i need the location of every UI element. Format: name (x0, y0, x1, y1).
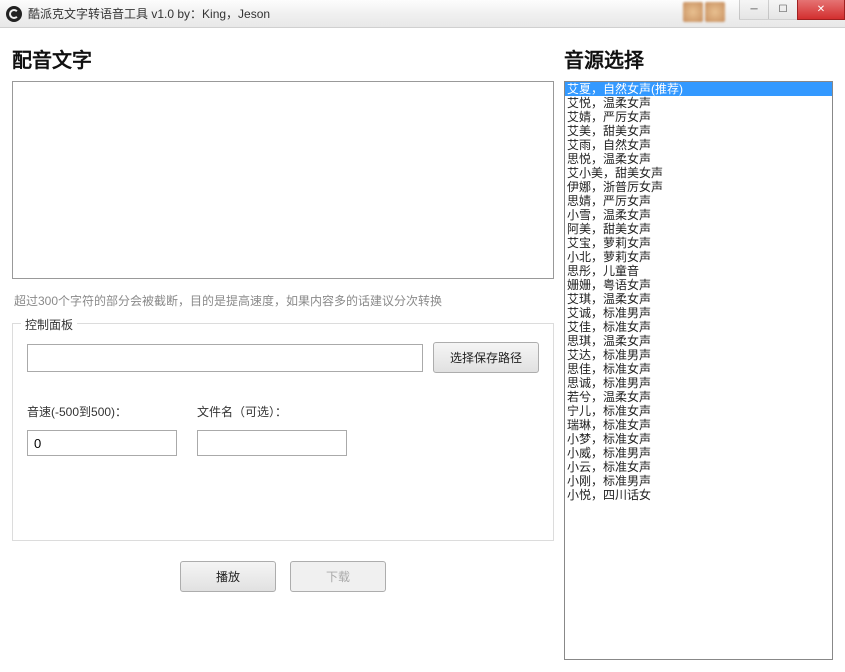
voice-item[interactable]: 艾雨，自然女声 (565, 138, 832, 152)
voice-item[interactable]: 艾达，标准男声 (565, 348, 832, 362)
control-panel: 控制面板 选择保存路径 音速(-500到500)： 文件名（可选）： (12, 323, 554, 541)
speed-input[interactable] (27, 430, 177, 456)
truncation-hint: 超过300个字符的部分会被截断，目的是提高速度，如果内容多的话建议分次转换 (14, 292, 554, 309)
window-controls: ─ ☐ ✕ (740, 0, 845, 20)
voice-item[interactable]: 艾琪，温柔女声 (565, 292, 832, 306)
choose-path-button[interactable]: 选择保存路径 (433, 342, 539, 373)
voice-item[interactable]: 小雪，温柔女声 (565, 208, 832, 222)
dub-text-heading: 配音文字 (12, 44, 554, 73)
voice-item[interactable]: 艾小美，甜美女声 (565, 166, 832, 180)
voice-item[interactable]: 小北，萝莉女声 (565, 250, 832, 264)
voice-item[interactable]: 瑞琳，标准女声 (565, 418, 832, 432)
voice-item[interactable]: 艾悦，温柔女声 (565, 96, 832, 110)
voice-item[interactable]: 艾佳，标准女声 (565, 320, 832, 334)
voice-item[interactable]: 艾夏，自然女声(推荐) (565, 82, 832, 96)
titlebar-decor (683, 2, 725, 22)
filename-label: 文件名（可选）： (197, 403, 347, 420)
download-button[interactable]: 下载 (290, 561, 386, 592)
voice-item[interactable]: 思琪，温柔女声 (565, 334, 832, 348)
app-icon (6, 6, 22, 22)
control-panel-legend: 控制面板 (21, 316, 77, 333)
play-button[interactable]: 播放 (180, 561, 276, 592)
voice-item[interactable]: 艾美，甜美女声 (565, 124, 832, 138)
voice-item[interactable]: 若兮，温柔女声 (565, 390, 832, 404)
voice-item[interactable]: 思佳，标准女声 (565, 362, 832, 376)
save-path-input[interactable] (27, 344, 423, 372)
voice-item[interactable]: 姗姗，粤语女声 (565, 278, 832, 292)
voice-item[interactable]: 思婧，严厉女声 (565, 194, 832, 208)
voice-source-listbox[interactable]: 艾夏，自然女声(推荐)艾悦，温柔女声艾婧，严厉女声艾美，甜美女声艾雨，自然女声思… (564, 81, 833, 660)
voice-item[interactable]: 小悦，四川话女 (565, 488, 832, 502)
dub-text-input[interactable] (12, 81, 554, 279)
voice-item[interactable]: 思诚，标准男声 (565, 376, 832, 390)
voice-item[interactable]: 小梦，标准女声 (565, 432, 832, 446)
close-button[interactable]: ✕ (797, 0, 845, 20)
voice-item[interactable]: 思彤，儿童音 (565, 264, 832, 278)
voice-item[interactable]: 艾婧，严厉女声 (565, 110, 832, 124)
filename-input[interactable] (197, 430, 347, 456)
voice-item[interactable]: 艾宝，萝莉女声 (565, 236, 832, 250)
voice-item[interactable]: 小云，标准女声 (565, 460, 832, 474)
titlebar: 酷派克文字转语音工具 v1.0 by：King，Jeson ─ ☐ ✕ (0, 0, 845, 28)
speed-label: 音速(-500到500)： (27, 403, 177, 420)
voice-item[interactable]: 艾诚，标准男声 (565, 306, 832, 320)
voice-item[interactable]: 小刚，标准男声 (565, 474, 832, 488)
voice-item[interactable]: 伊娜，浙普厉女声 (565, 180, 832, 194)
voice-item[interactable]: 阿美，甜美女声 (565, 222, 832, 236)
window-title: 酷派克文字转语音工具 v1.0 by：King，Jeson (28, 5, 270, 22)
voice-item[interactable]: 宁儿，标准女声 (565, 404, 832, 418)
maximize-button[interactable]: ☐ (768, 0, 798, 20)
voice-item[interactable]: 思悦，温柔女声 (565, 152, 832, 166)
voice-item[interactable]: 小威，标准男声 (565, 446, 832, 460)
voice-source-heading: 音源选择 (564, 44, 833, 73)
minimize-button[interactable]: ─ (739, 0, 769, 20)
